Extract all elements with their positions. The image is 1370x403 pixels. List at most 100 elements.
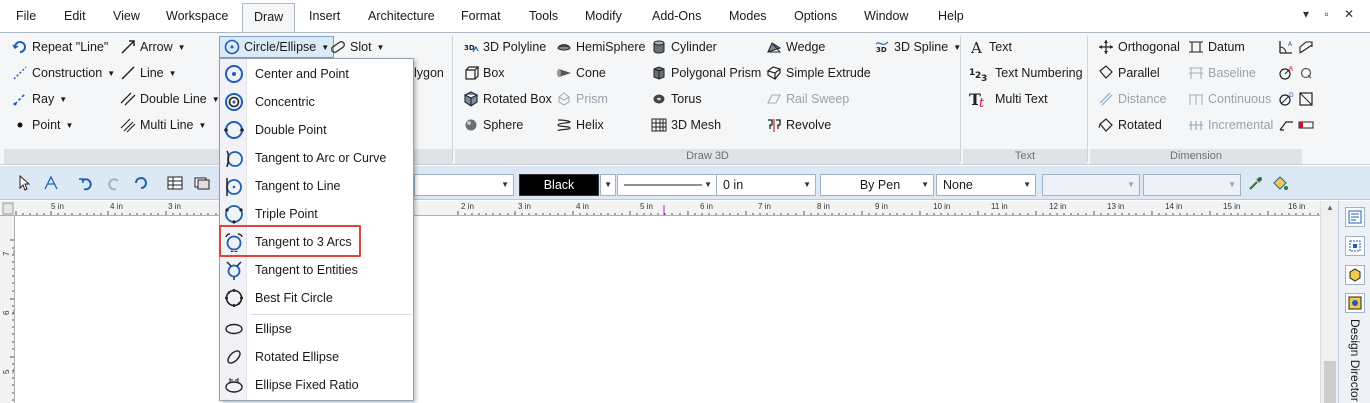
double-line-button[interactable]: Double Line ▼	[120, 88, 220, 110]
multi-text-button[interactable]: Tt Multi Text	[969, 88, 1048, 110]
ray-button[interactable]: Ray ▼	[12, 88, 67, 110]
class-combo[interactable]: ▼	[1143, 174, 1241, 196]
line-style-combo[interactable]: ▼	[617, 174, 717, 196]
text-numbering-button[interactable]: 123 Text Numbering	[969, 62, 1083, 84]
menu-item-tangent-to-entities[interactable]: Tangent to Entities	[220, 256, 413, 284]
hemisphere-button[interactable]: HemiSphere	[556, 36, 645, 58]
menu-workspace[interactable]: Workspace	[166, 9, 228, 23]
diameter-dimension-button[interactable]: D	[1278, 88, 1294, 110]
menu-item-center-and-point[interactable]: Center and Point	[220, 60, 413, 88]
multi-line-button[interactable]: Multi Line ▼	[120, 114, 206, 136]
3d-mesh-button[interactable]: 3D Mesh	[651, 114, 721, 136]
layer-combo[interactable]: ▼	[1042, 174, 1140, 196]
continuous-button[interactable]: Continuous	[1188, 88, 1271, 110]
slanted-dimension-button[interactable]	[1298, 36, 1314, 58]
menu-item-ellipse[interactable]: Ellipse	[220, 315, 413, 343]
select-tool-icon[interactable]	[42, 174, 60, 192]
rotated-button[interactable]: Rotated	[1098, 114, 1162, 136]
cone-button[interactable]: Cone	[556, 62, 606, 84]
helix-button[interactable]: Helix	[556, 114, 604, 136]
repeat-icon[interactable]	[132, 174, 150, 192]
3d-polyline-button[interactable]: 3D 3D Polyline	[463, 36, 546, 58]
menu-item-triple-point[interactable]: Triple Point	[220, 200, 413, 228]
menu-item-concentric[interactable]: Concentric	[220, 88, 413, 116]
menu-architecture[interactable]: Architecture	[368, 9, 435, 23]
line-color-combo[interactable]: ▼	[414, 174, 514, 196]
polygonal-prism-button[interactable]: Polygonal Prism	[651, 62, 761, 84]
drawing-canvas[interactable]	[16, 216, 1320, 403]
menu-tools[interactable]: Tools	[529, 9, 558, 23]
menu-item-double-point[interactable]: Double Point	[220, 116, 413, 144]
menu-add-ons[interactable]: Add-Ons	[652, 9, 701, 23]
polygon-button[interactable]: lygon	[414, 62, 444, 84]
sphere-button[interactable]: Sphere	[463, 114, 523, 136]
fill-combo[interactable]: None ▼	[936, 174, 1036, 196]
vertical-scrollbar[interactable]: ▲	[1320, 201, 1338, 403]
repeat-line-button[interactable]: Repeat "Line"	[12, 36, 108, 58]
cylinder-button[interactable]: Cylinder	[651, 36, 717, 58]
distance-button[interactable]: Distance	[1098, 88, 1167, 110]
line-thickness-combo[interactable]: 0 in ▼	[716, 174, 816, 196]
datum-button[interactable]: Datum	[1188, 36, 1245, 58]
torus-button[interactable]: Torus	[651, 88, 702, 110]
leader-dimension-button[interactable]	[1278, 114, 1294, 136]
redo-icon[interactable]	[105, 174, 123, 192]
scrollbar-thumb[interactable]	[1324, 361, 1336, 403]
parallel-button[interactable]: Parallel	[1098, 62, 1160, 84]
query-dimension-button[interactable]	[1298, 62, 1314, 84]
menu-view[interactable]: View	[113, 9, 140, 23]
orthogonal-button[interactable]: Orthogonal	[1098, 36, 1180, 58]
scroll-up-icon[interactable]: ▲	[1326, 203, 1334, 212]
panel-selection-icon[interactable]	[1345, 236, 1365, 256]
slot-button[interactable]: Slot ▼	[330, 36, 384, 58]
rotated-box-button[interactable]: Rotated Box	[463, 88, 552, 110]
panel-3d-object-icon[interactable]	[1345, 265, 1365, 285]
menu-file[interactable]: File	[16, 9, 36, 23]
window-controls[interactable]: ▾ ▫ ✕	[1303, 7, 1360, 21]
simple-extrude-button[interactable]: Simple Extrude	[766, 62, 871, 84]
menu-draw[interactable]: Draw	[242, 3, 296, 33]
design-director-label[interactable]: Design Director	[1348, 319, 1362, 402]
radius-dimension-button[interactable]: R	[1278, 62, 1294, 84]
revolve-button[interactable]: Revolve	[766, 114, 831, 136]
menu-item-tangent-to-line[interactable]: Tangent to Line	[220, 172, 413, 200]
color-dropdown-button[interactable]: ▼	[600, 174, 616, 196]
menu-insert[interactable]: Insert	[309, 9, 340, 23]
select-pointer-icon[interactable]	[16, 174, 34, 192]
angular-dimension-button[interactable]: A	[1278, 36, 1294, 58]
menu-item-ellipse-fixed-ratio[interactable]: Ellipse Fixed Ratio	[220, 371, 413, 399]
paint-bucket-icon[interactable]	[1271, 174, 1289, 192]
menu-item-best-fit-circle[interactable]: Best Fit Circle	[220, 284, 413, 312]
wedge-button[interactable]: Wedge	[766, 36, 825, 58]
circle-ellipse-button[interactable]: Circle/Ellipse ▼	[219, 36, 335, 58]
arrow-button[interactable]: Arrow ▼	[120, 36, 186, 58]
undo-icon[interactable]	[77, 174, 95, 192]
panel-design-director-icon[interactable]	[1345, 293, 1365, 313]
incremental-button[interactable]: Incremental	[1188, 114, 1273, 136]
line-button[interactable]: Line ▼	[120, 62, 177, 84]
layers-icon[interactable]	[193, 174, 211, 192]
rail-sweep-button[interactable]: Rail Sweep	[766, 88, 849, 110]
eyedropper-icon[interactable]	[1247, 174, 1265, 192]
menu-item-tangent-to-arc-or-curve[interactable]: Tangent to Arc or Curve	[220, 144, 413, 172]
menu-window[interactable]: Window	[864, 9, 908, 23]
3d-spline-button[interactable]: 3D 3D Spline ▼	[874, 36, 961, 58]
text-button[interactable]: A Text	[969, 36, 1012, 58]
baseline-button[interactable]: Baseline	[1188, 62, 1256, 84]
menu-options[interactable]: Options	[794, 9, 837, 23]
menu-edit[interactable]: Edit	[64, 9, 86, 23]
box-button[interactable]: Box	[463, 62, 505, 84]
menu-help[interactable]: Help	[938, 9, 964, 23]
menu-modes[interactable]: Modes	[729, 9, 767, 23]
prism-button[interactable]: Prism	[556, 88, 608, 110]
panel-properties-icon[interactable]	[1345, 207, 1365, 227]
table-icon[interactable]	[166, 174, 184, 192]
menu-modify[interactable]: Modify	[585, 9, 622, 23]
menu-item-rotated-ellipse[interactable]: Rotated Ellipse	[220, 343, 413, 371]
box-dimension-button[interactable]	[1298, 88, 1314, 110]
point-button[interactable]: Point ▼	[12, 114, 73, 136]
tolerance-dimension-button[interactable]	[1298, 114, 1314, 136]
construction-button[interactable]: Construction ▼	[12, 62, 115, 84]
pen-combo[interactable]: By Pen ▼	[820, 174, 934, 196]
menu-format[interactable]: Format	[461, 9, 501, 23]
